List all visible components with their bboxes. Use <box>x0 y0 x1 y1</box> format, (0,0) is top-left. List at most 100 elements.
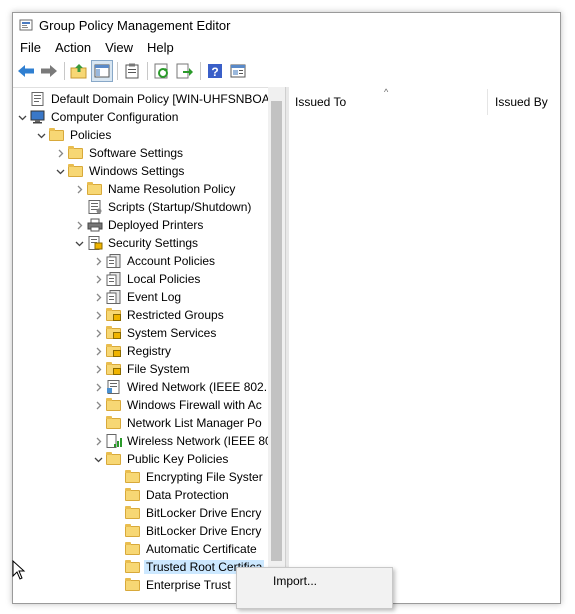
tree-item[interactable]: Event Log <box>92 288 183 306</box>
collapsed-chevron-icon[interactable] <box>92 288 104 306</box>
tree-item[interactable]: Name Resolution Policy <box>73 180 237 198</box>
tree-item-label: Default Domain Policy [WIN-UHFSNBOAAI <box>51 92 282 106</box>
help-icon[interactable]: ? <box>205 61 225 81</box>
context-menu-import[interactable]: Import... <box>273 574 317 588</box>
column-header-issued-by[interactable]: Issued By <box>495 89 548 115</box>
tree-item[interactable]: Security Settings <box>73 234 200 252</box>
collapsed-chevron-icon[interactable] <box>92 270 104 288</box>
tree-item[interactable]: File System <box>92 360 192 378</box>
tree-item-label: Security Settings <box>108 236 199 250</box>
tree-scrollbar-thumb[interactable] <box>271 101 282 561</box>
toolbar-separator <box>117 62 118 80</box>
policy-doc-icon <box>106 290 122 304</box>
tree-item-label: File System <box>127 362 190 376</box>
tree-item[interactable]: Default Domain Policy [WIN-UHFSNBOAAI <box>16 90 283 108</box>
show-hide-console-tree-icon[interactable] <box>91 60 113 82</box>
folder-icon <box>125 560 141 574</box>
tree-item-label: Windows Firewall with Ac <box>127 398 262 412</box>
collapsed-chevron-icon[interactable] <box>92 360 104 378</box>
tree-item[interactable]: Wired Network (IEEE 802. <box>92 378 269 396</box>
clipboard-icon[interactable] <box>122 61 142 81</box>
tree-item[interactable]: Data Protection <box>111 486 231 504</box>
refresh-icon[interactable] <box>152 61 172 81</box>
collapsed-chevron-icon[interactable] <box>92 396 104 414</box>
tree-item[interactable]: Local Policies <box>92 270 202 288</box>
app-window: Group Policy Management Editor File Acti… <box>12 12 561 604</box>
column-separator[interactable] <box>487 89 488 115</box>
tree-item[interactable]: Encrypting File Syster <box>111 468 265 486</box>
tree-item[interactable]: BitLocker Drive Encry <box>111 522 263 540</box>
folder-icon <box>68 146 84 160</box>
up-folder-icon[interactable] <box>69 61 89 81</box>
collapsed-chevron-icon[interactable] <box>92 306 104 324</box>
menu-view[interactable]: View <box>98 40 140 55</box>
tree-item-label: Network List Manager Po <box>127 416 262 430</box>
collapsed-chevron-icon[interactable] <box>92 324 104 342</box>
script-icon <box>87 200 103 214</box>
console-tree[interactable]: Default Domain Policy [WIN-UHFSNBOAAI Com… <box>13 87 285 603</box>
folder-icon <box>125 524 141 538</box>
folder-icon <box>125 470 141 484</box>
tree-item[interactable]: BitLocker Drive Encry <box>111 504 263 522</box>
details-pane[interactable]: ^ Issued To Issued By <box>288 87 560 603</box>
toolbar-separator <box>64 62 65 80</box>
tree-item[interactable]: System Services <box>92 324 218 342</box>
tree-item-label: BitLocker Drive Encry <box>146 506 262 520</box>
tree-item[interactable]: Windows Settings <box>54 162 186 180</box>
back-arrow-icon[interactable] <box>16 61 36 81</box>
expanded-chevron-icon[interactable] <box>16 108 28 126</box>
menu-action[interactable]: Action <box>48 40 98 55</box>
folder-icon <box>87 182 103 196</box>
tree-item-label: System Services <box>127 326 217 340</box>
locked-folder-icon <box>106 308 122 322</box>
tree-item-label: Local Policies <box>127 272 201 286</box>
tree-item[interactable]: Public Key Policies <box>92 450 230 468</box>
menu-file[interactable]: File <box>13 40 48 55</box>
tree-item-label: Name Resolution Policy <box>108 182 236 196</box>
menu-help[interactable]: Help <box>140 40 181 55</box>
tree-item[interactable]: Enterprise Trust <box>111 576 233 594</box>
tree-item[interactable]: Deployed Printers <box>73 216 205 234</box>
tree-item[interactable]: Restricted Groups <box>92 306 226 324</box>
tree-item[interactable]: Scripts (Startup/Shutdown) <box>73 198 253 216</box>
tree-item-label: Computer Configuration <box>51 110 179 124</box>
tree-item-label: Public Key Policies <box>127 452 229 466</box>
tree-item[interactable]: Policies <box>35 126 113 144</box>
folder-icon <box>125 488 141 502</box>
properties-icon[interactable] <box>228 61 248 81</box>
policy-icon <box>30 92 46 106</box>
wireless-icon <box>106 434 122 448</box>
forward-arrow-icon[interactable] <box>39 61 59 81</box>
column-header-issued-to[interactable]: Issued To <box>295 89 346 115</box>
collapsed-chevron-icon[interactable] <box>92 342 104 360</box>
expanded-chevron-icon[interactable] <box>35 126 47 144</box>
tree-item[interactable]: Registry <box>92 342 173 360</box>
tree-item[interactable]: Automatic Certificate <box>111 540 259 558</box>
collapsed-chevron-icon[interactable] <box>92 432 104 450</box>
folder-icon <box>125 506 141 520</box>
tree-item[interactable]: Account Policies <box>92 252 217 270</box>
collapsed-chevron-icon[interactable] <box>73 216 85 234</box>
tree-item-label: Scripts (Startup/Shutdown) <box>108 200 252 214</box>
tree-item[interactable]: Software Settings <box>54 144 185 162</box>
folder-icon <box>106 452 122 466</box>
collapsed-chevron-icon[interactable] <box>92 252 104 270</box>
tree-item[interactable]: Wireless Network (IEEE 80 <box>92 432 274 450</box>
collapsed-chevron-icon[interactable] <box>92 378 104 396</box>
tree-item[interactable]: Computer Configuration <box>16 108 180 126</box>
collapsed-chevron-icon[interactable] <box>73 180 85 198</box>
tree-item-label: Software Settings <box>89 146 184 160</box>
expanded-chevron-icon[interactable] <box>92 450 104 468</box>
expanded-chevron-icon[interactable] <box>73 234 85 252</box>
tree-item[interactable]: Windows Firewall with Ac <box>92 396 264 414</box>
tree-item[interactable]: Network List Manager Po <box>92 414 264 432</box>
tree-item-label: Account Policies <box>127 254 216 268</box>
expanded-chevron-icon[interactable] <box>54 162 66 180</box>
collapsed-chevron-icon[interactable] <box>54 144 66 162</box>
export-list-icon[interactable] <box>175 61 195 81</box>
window-title: Group Policy Management Editor <box>39 17 231 33</box>
